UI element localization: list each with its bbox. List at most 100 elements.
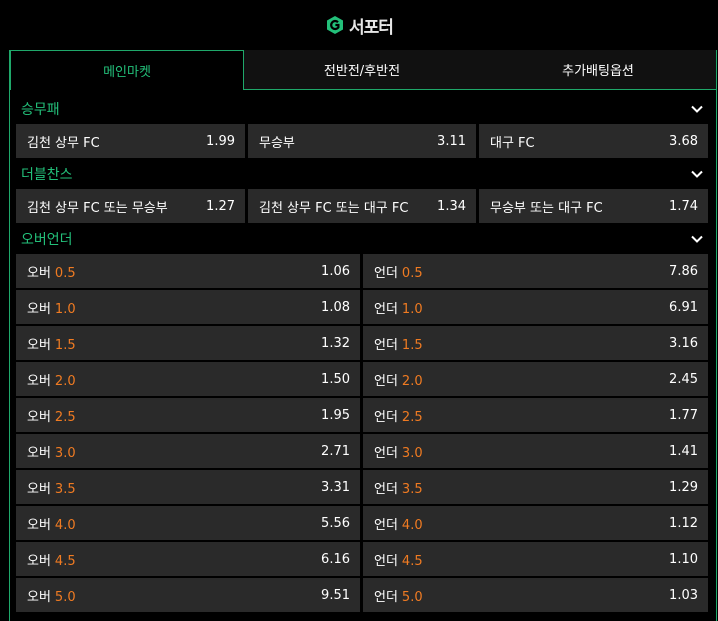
odds-button-under[interactable]: 언더 4.5 1.10 xyxy=(363,542,708,576)
odds-button-over[interactable]: 오버 1.5 1.32 xyxy=(16,326,360,360)
brand-logo[interactable]: 서포터 xyxy=(325,13,394,38)
odds-button-under[interactable]: 언더 1.0 6.91 xyxy=(363,290,708,324)
odds-button-home-or-away[interactable]: 김천 상무 FC 또는 대구 FC 1.34 xyxy=(248,189,476,223)
line-value: 0.5 xyxy=(54,265,76,281)
section-header-double-chance[interactable]: 더블찬스 xyxy=(17,161,709,187)
line-value: 3.0 xyxy=(401,445,423,461)
over-label: 오버 xyxy=(27,301,51,317)
odds-button-under[interactable]: 언더 2.5 1.77 xyxy=(363,398,708,432)
over-label: 오버 xyxy=(27,409,51,425)
market-panel: 메인마켓 전반전/후반전 추가배팅옵션 승무패 김천 상무 FC 1.99 무승… xyxy=(9,50,717,621)
line-value: 4.5 xyxy=(401,553,423,569)
odds-value: 1.12 xyxy=(669,515,698,531)
odds-button-under[interactable]: 언더 2.0 2.45 xyxy=(363,362,708,396)
line-value: 4.0 xyxy=(401,517,423,533)
odds-button-over[interactable]: 오버 1.0 1.08 xyxy=(16,290,360,324)
line-value: 2.0 xyxy=(401,373,423,389)
section-header-result[interactable]: 승무패 xyxy=(17,96,709,122)
odds-button-under[interactable]: 언더 1.5 3.16 xyxy=(363,326,708,360)
under-label: 언더 xyxy=(374,445,398,461)
over-label: 오버 xyxy=(27,517,51,533)
over-label: 오버 xyxy=(27,553,51,569)
over-label: 오버 xyxy=(27,373,51,389)
odds-value: 1.95 xyxy=(321,407,350,423)
under-label: 언더 xyxy=(374,373,398,389)
odds-button-over[interactable]: 오버 2.0 1.50 xyxy=(16,362,360,396)
line-value: 0.5 xyxy=(401,265,423,281)
line-value: 5.0 xyxy=(401,589,423,605)
line-value: 3.5 xyxy=(54,481,76,497)
over-label: 오버 xyxy=(27,337,51,353)
header: 서포터 xyxy=(0,0,718,50)
odds-value: 3.11 xyxy=(437,133,466,149)
line-value: 4.0 xyxy=(54,517,76,533)
option-label: 무승부 또는 대구 FC xyxy=(490,200,603,216)
odds-value: 6.91 xyxy=(669,299,698,315)
over-label: 오버 xyxy=(27,589,51,605)
option-label: 김천 상무 FC xyxy=(27,135,100,151)
chevron-down-icon[interactable] xyxy=(689,166,705,182)
option-label: 김천 상무 FC 또는 무승부 xyxy=(27,200,168,216)
odds-value: 5.56 xyxy=(321,515,350,531)
line-value: 2.5 xyxy=(401,409,423,425)
line-value: 2.0 xyxy=(54,373,76,389)
line-value: 1.5 xyxy=(54,337,76,353)
odds-button-over[interactable]: 오버 3.0 2.71 xyxy=(16,434,360,468)
under-label: 언더 xyxy=(374,265,398,281)
under-label: 언더 xyxy=(374,409,398,425)
odds-value: 1.08 xyxy=(321,299,350,315)
odds-button-under[interactable]: 언더 5.0 1.03 xyxy=(363,578,708,612)
odds-button-home-or-draw[interactable]: 김천 상무 FC 또는 무승부 1.27 xyxy=(16,189,245,223)
section-header-over-under[interactable]: 오버언더 xyxy=(17,226,709,252)
odds-value: 1.34 xyxy=(437,198,466,214)
under-label: 언더 xyxy=(374,301,398,317)
odds-button-draw[interactable]: 무승부 3.11 xyxy=(248,124,476,158)
odds-value: 1.06 xyxy=(321,263,350,279)
line-value: 1.0 xyxy=(54,301,76,317)
chevron-down-icon[interactable] xyxy=(689,231,705,247)
line-value: 3.0 xyxy=(54,445,76,461)
odds-button-over[interactable]: 오버 5.0 9.51 xyxy=(16,578,360,612)
under-label: 언더 xyxy=(374,481,398,497)
odds-value: 6.16 xyxy=(321,551,350,567)
odds-button-over[interactable]: 오버 4.0 5.56 xyxy=(16,506,360,540)
over-label: 오버 xyxy=(27,481,51,497)
odds-button-over[interactable]: 오버 3.5 3.31 xyxy=(16,470,360,504)
odds-button-away[interactable]: 대구 FC 3.68 xyxy=(479,124,708,158)
line-value: 3.5 xyxy=(401,481,423,497)
odds-button-under[interactable]: 언더 3.5 1.29 xyxy=(363,470,708,504)
under-label: 언더 xyxy=(374,553,398,569)
odds-button-over[interactable]: 오버 2.5 1.95 xyxy=(16,398,360,432)
tab-half-time[interactable]: 전반전/후반전 xyxy=(244,50,480,90)
tab-main-market[interactable]: 메인마켓 xyxy=(10,50,244,90)
option-label: 무승부 xyxy=(259,135,295,151)
odds-button-under[interactable]: 언더 4.0 1.12 xyxy=(363,506,708,540)
brand-logo-icon xyxy=(327,16,344,34)
option-label: 대구 FC xyxy=(490,135,535,151)
tab-extra-options[interactable]: 추가배팅옵션 xyxy=(480,50,716,90)
odds-button-under[interactable]: 언더 0.5 7.86 xyxy=(363,254,708,288)
odds-value: 1.74 xyxy=(669,198,698,214)
under-label: 언더 xyxy=(374,517,398,533)
line-value: 5.0 xyxy=(54,589,76,605)
chevron-down-icon[interactable] xyxy=(689,101,705,117)
under-label: 언더 xyxy=(374,337,398,353)
odds-value: 1.99 xyxy=(206,133,235,149)
odds-button-under[interactable]: 언더 3.0 1.41 xyxy=(363,434,708,468)
odds-button-home[interactable]: 김천 상무 FC 1.99 xyxy=(16,124,245,158)
odds-value: 1.27 xyxy=(206,198,235,214)
section-title: 더블찬스 xyxy=(21,167,73,183)
odds-value: 1.50 xyxy=(321,371,350,387)
over-label: 오버 xyxy=(27,445,51,461)
line-value: 1.5 xyxy=(401,337,423,353)
line-value: 4.5 xyxy=(54,553,76,569)
odds-value: 2.45 xyxy=(669,371,698,387)
odds-button-over[interactable]: 오버 4.5 6.16 xyxy=(16,542,360,576)
odds-value: 3.68 xyxy=(669,133,698,149)
odds-button-over[interactable]: 오버 0.5 1.06 xyxy=(16,254,360,288)
line-value: 1.0 xyxy=(401,301,423,317)
odds-button-draw-or-away[interactable]: 무승부 또는 대구 FC 1.74 xyxy=(479,189,708,223)
odds-value: 1.41 xyxy=(669,443,698,459)
market-tabs: 메인마켓 전반전/후반전 추가배팅옵션 xyxy=(10,50,716,90)
section-title: 오버언더 xyxy=(21,232,73,248)
